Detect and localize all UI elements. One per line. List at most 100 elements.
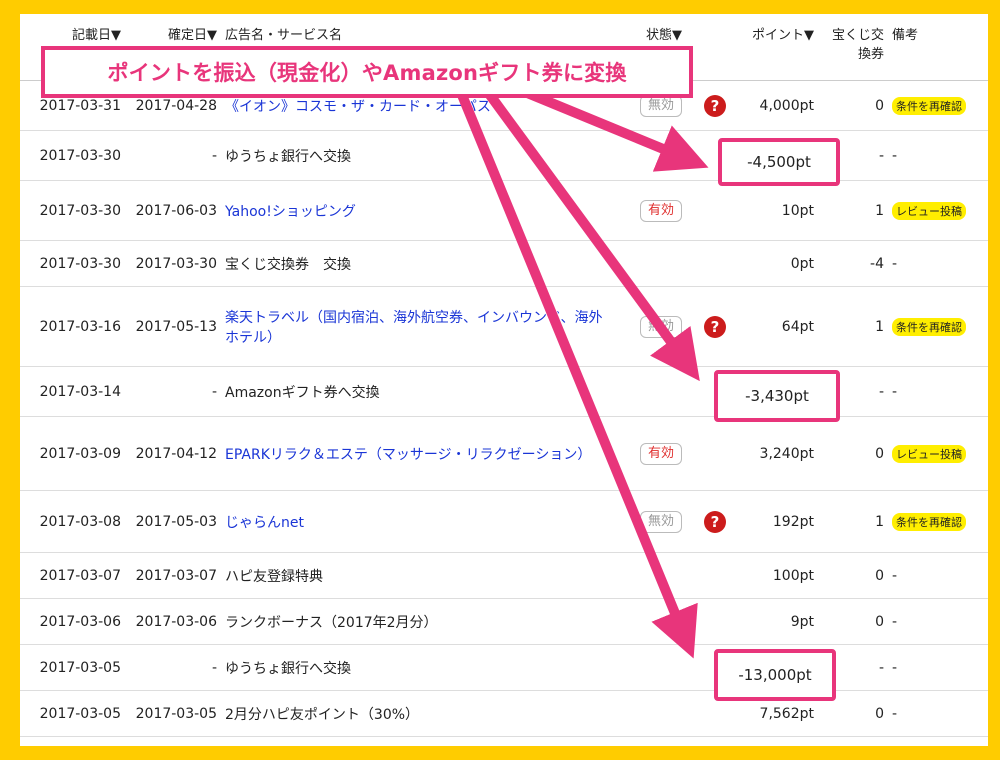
note-text: - [892,613,898,630]
ad-name-cell: ランクボーナス（2017年2月分） [221,598,616,645]
note-cell: - [888,552,988,599]
lottery-ticket-count: 0 [818,598,888,645]
status-badge: 有効 [639,199,682,222]
confirmed-date: 2017-03-06 [125,598,221,645]
note-cell: - [888,644,988,691]
lottery-ticket-count: 0 [818,80,888,131]
table-row: 2017-03-30 2017-03-30 宝くじ交換券 交換 0pt -4- [20,240,988,287]
help-cell [686,240,741,287]
confirmed-date: 2017-05-13 [125,286,221,367]
note-badge-button[interactable]: レビュー投稿 [892,201,966,220]
ad-name-text: ハピ友登録特典 [225,568,323,585]
note-cell: 条件を再確認 [888,286,988,367]
table-row: 2017-03-30-ゆうちょ銀行へ交換-4,500pt-- [20,130,988,181]
points-value: 0pt [741,240,818,287]
lottery-ticket-count: 1 [818,180,888,241]
ad-name-text: 宝くじ交換券 交換 [225,256,351,273]
question-icon[interactable]: ? [704,94,726,117]
table-row: 2017-03-14-Amazonギフト券へ交換-3,430pt-- [20,366,988,417]
ad-name-cell: 2月分ハピ友ポイント（30%） [221,690,616,737]
note-cell: - [888,598,988,645]
table-row: 2017-03-07 2017-03-07 ハピ友登録特典 100pt 0- [20,552,988,599]
column-lottery-tickets: 宝くじ交換券 [831,28,884,62]
note-cell: - [888,130,988,181]
points-value: 3,240pt [741,416,818,491]
lottery-ticket-count: 0 [818,552,888,599]
lottery-ticket-count: 1 [818,286,888,367]
status-cell: 有効 [616,180,686,241]
ad-name-cell: 楽天トラベル（国内宿泊、海外航空券、インバウンド、海外ホテル） [221,286,616,367]
points-value: 10pt [741,180,818,241]
note-cell: - [888,690,988,737]
table-row: 2017-03-05 2017-03-05 2月分ハピ友ポイント（30%） 7,562… [20,690,988,737]
confirmed-date: - [125,130,221,181]
lottery-ticket-count: 0 [818,416,888,491]
recorded-date: 2017-03-06 [20,598,125,645]
table-row: 2017-03-08 2017-05-03 じゃらんnet 無効? 192pt 1 条件を再… [20,490,988,553]
ad-name-cell: Amazonギフト券へ交換 [221,366,616,417]
status-cell: 有効 [616,416,686,491]
points-value: 64pt [741,286,818,367]
help-cell [686,552,741,599]
points-value: 100pt [741,552,818,599]
status-cell [616,644,686,691]
recorded-date: 2017-03-14 [20,366,125,417]
help-cell: ? [686,286,741,367]
recorded-date: 2017-03-08 [20,490,125,553]
question-icon[interactable]: ? [704,510,726,533]
note-cell: 条件を再確認 [888,490,988,553]
note-badge-button[interactable]: 条件を再確認 [892,96,966,115]
recorded-date: 2017-03-30 [20,180,125,241]
status-badge: 有効 [639,442,682,465]
status-cell [616,552,686,599]
help-cell: ? [686,490,741,553]
status-cell [616,690,686,737]
points-history-panel: 記載日▼ 確定日▼ 広告名・サービス名 状態▼ ポイント▼ 宝くじ交換券 備考 … [20,14,988,746]
ad-name-text: ゆうちょ銀行へ交換 [225,148,351,165]
lottery-ticket-count: -4 [818,240,888,287]
ad-name-cell: 宝くじ交換券 交換 [221,240,616,287]
lottery-ticket-count: 1 [818,490,888,553]
recorded-date: 2017-03-30 [20,130,125,181]
status-cell [616,366,686,417]
help-cell [686,416,741,491]
ad-name-cell: EPARKリラク＆エステ（マッサージ・リラクゼーション） [221,416,616,491]
note-text: - [892,255,898,272]
note-cell: 条件を再確認 [888,80,988,131]
help-cell [686,598,741,645]
table-row: 2017-03-30 2017-06-03 Yahoo!ショッピング 有効 10pt 1 レ… [20,180,988,241]
confirmed-date: 2017-06-03 [125,180,221,241]
note-cell: レビュー投稿 [888,180,988,241]
recorded-date: 2017-03-05 [20,644,125,691]
recorded-date: 2017-03-07 [20,552,125,599]
ad-name-link[interactable]: 《イオン》コスモ・ザ・カード・オーパス [225,99,491,115]
note-badge-button[interactable]: レビュー投稿 [892,444,966,463]
note-badge-button[interactable]: 条件を再確認 [892,512,966,531]
status-badge: 無効 [639,510,682,533]
ad-name-link[interactable]: 楽天トラベル（国内宿泊、海外航空券、インバウンド、海外ホテル） [225,310,602,346]
column-note: 備考 [892,28,919,43]
note-text: - [892,147,898,164]
question-icon[interactable]: ? [704,315,726,338]
table-row: 2017-03-05-ゆうちょ銀行へ交換-13,000pt-- [20,644,988,691]
note-cell: - [888,366,988,417]
note-badge-button[interactable]: 条件を再確認 [892,317,966,336]
confirmed-date: 2017-03-07 [125,552,221,599]
status-cell: 無効 [616,286,686,367]
status-cell: 無効 [616,490,686,553]
points-value: 4,000pt [741,80,818,131]
ad-name-link[interactable]: Yahoo!ショッピング [225,204,356,220]
help-cell: ? [686,80,741,131]
note-text: - [892,383,898,400]
ad-name-link[interactable]: EPARKリラク＆エステ（マッサージ・リラクゼーション） [225,447,591,463]
confirmed-date: - [125,644,221,691]
ad-name-cell: じゃらんnet [221,490,616,553]
note-cell: - [888,240,988,287]
recorded-date: 2017-03-16 [20,286,125,367]
ad-name-cell: Yahoo!ショッピング [221,180,616,241]
help-cell [686,180,741,241]
ad-name-text: Amazonギフト券へ交換 [225,384,380,401]
points-history-table: 記載日▼ 確定日▼ 広告名・サービス名 状態▼ ポイント▼ 宝くじ交換券 備考 … [20,14,988,737]
ad-name-link[interactable]: じゃらんnet [225,515,304,531]
sort-points[interactable]: ポイント▼ [741,14,818,81]
